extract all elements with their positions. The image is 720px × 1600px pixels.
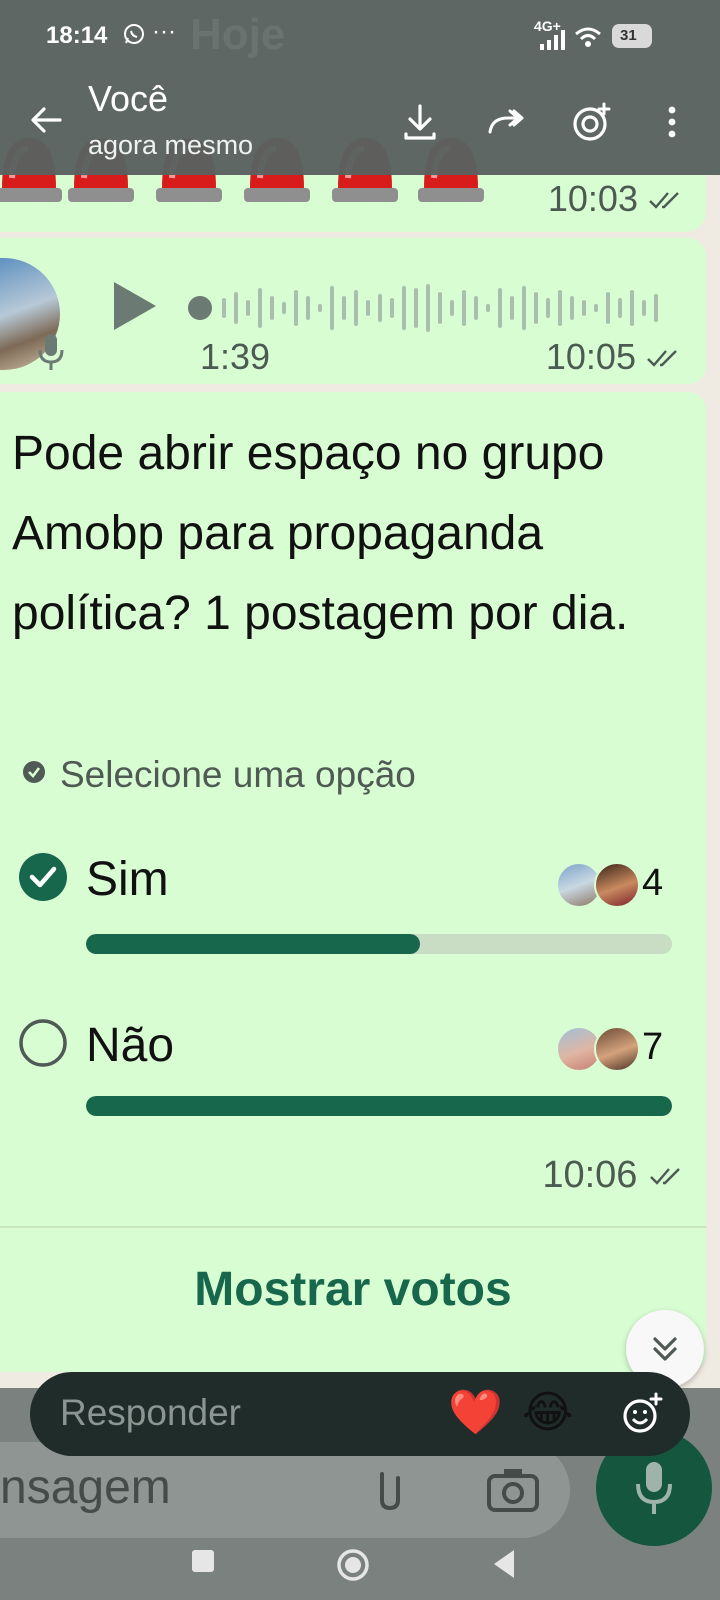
- poll-option-checkbox-checked[interactable]: [18, 852, 68, 902]
- whatsapp-notification-icon: [124, 24, 144, 44]
- message-composer[interactable]: nsagem: [0, 1442, 570, 1538]
- check-circle-icon: [23, 761, 45, 783]
- recents-button[interactable]: [190, 1548, 216, 1574]
- play-icon[interactable]: [110, 278, 160, 334]
- forward-icon[interactable]: [484, 100, 528, 144]
- camera-icon[interactable]: [486, 1466, 540, 1514]
- attach-icon[interactable]: [370, 1466, 410, 1514]
- audio-duration: 1:39: [200, 336, 271, 377]
- avatar: [594, 862, 640, 908]
- poll-option-progress-bar: [86, 934, 672, 954]
- audio-message-time: 10:05: [546, 336, 682, 378]
- show-votes-button[interactable]: Mostrar votos: [0, 1262, 706, 1317]
- mic-icon: [636, 1462, 672, 1514]
- home-button[interactable]: [336, 1548, 370, 1582]
- status-indicators: 4G+ 31: [534, 18, 664, 52]
- voter-avatars: [556, 1026, 640, 1074]
- poll-option-vote-count: 7: [642, 1026, 664, 1068]
- reply-bar[interactable]: Responder ❤️ 😂: [30, 1372, 690, 1456]
- back-button[interactable]: [490, 1548, 518, 1580]
- status-time: 18:14: [46, 22, 108, 49]
- battery-icon: 31: [612, 24, 652, 48]
- poll-option-progress-fill: [86, 934, 421, 954]
- add-reaction-icon[interactable]: [618, 1390, 666, 1438]
- poll-option-progress-fill: [86, 1096, 672, 1116]
- double-check-icon: [649, 192, 679, 209]
- poll-message-time: 10:06: [542, 1154, 686, 1197]
- double-check-icon: [647, 350, 677, 367]
- chat-title: Você: [88, 78, 169, 119]
- battery-level: 31: [620, 27, 637, 44]
- sticker-message-time: 10:03: [548, 178, 684, 220]
- more-notifications-icon: ···: [152, 18, 176, 45]
- voter-avatars: [556, 862, 640, 910]
- wifi-icon: [575, 27, 601, 47]
- double-check-icon: [650, 1168, 680, 1185]
- reaction-heart[interactable]: ❤️: [448, 1388, 503, 1438]
- composer-placeholder: nsagem: [0, 1461, 171, 1514]
- avatar: [594, 1026, 640, 1072]
- download-icon[interactable]: [398, 100, 442, 144]
- poll-option-label[interactable]: Sim: [86, 852, 169, 907]
- chat-subtitle: agora mesmo: [88, 130, 254, 160]
- chevron-double-down-icon: [653, 1337, 677, 1361]
- more-vertical-icon[interactable]: [650, 100, 694, 144]
- poll-option-progress-bar: [86, 1096, 672, 1116]
- reaction-laughing[interactable]: 😂: [522, 1388, 573, 1438]
- status-bar: 18:14 ··· Hoje 4G+ 31: [0, 0, 720, 72]
- poll-option-vote-count: 4: [642, 862, 664, 904]
- mic-badge-icon: [38, 334, 64, 370]
- signal-icon: [540, 30, 565, 50]
- poll-divider: [0, 1226, 706, 1228]
- poll-option-checkbox-unchecked[interactable]: [18, 1018, 68, 1068]
- audio-waveform[interactable]: [184, 280, 674, 336]
- selection-header: 18:14 ··· Hoje 4G+ 31 Você agora mesmo: [0, 0, 720, 175]
- poll-option-label[interactable]: Não: [86, 1018, 174, 1073]
- reply-placeholder[interactable]: Responder: [60, 1392, 241, 1434]
- date-chip: Hoje: [190, 10, 286, 59]
- system-navigation-bar: [0, 1538, 720, 1600]
- back-arrow-icon[interactable]: [26, 100, 66, 140]
- poll-question: Pode abrir espaço no grupo Amobp para pr…: [12, 427, 629, 640]
- add-status-icon[interactable]: [570, 100, 614, 144]
